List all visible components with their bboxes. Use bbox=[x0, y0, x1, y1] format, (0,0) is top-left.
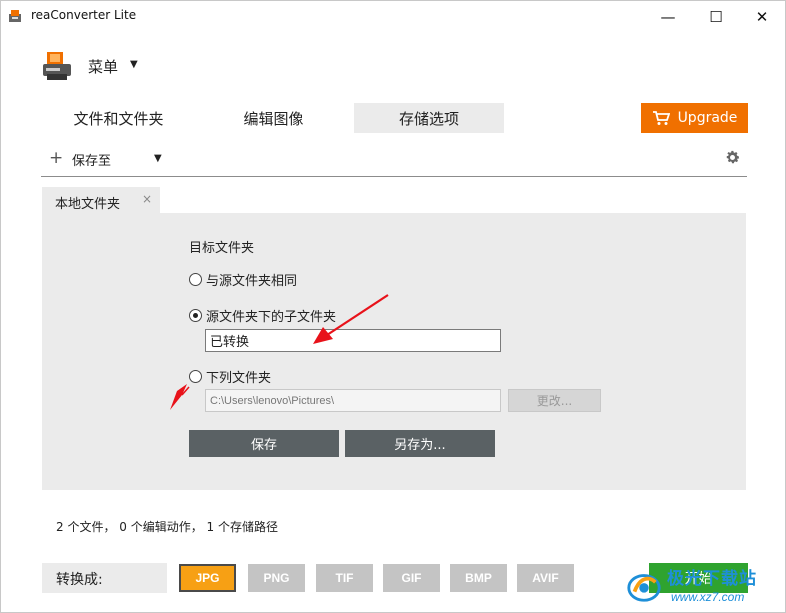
target-folder-title: 目标文件夹 bbox=[189, 241, 255, 256]
menu-caret-icon[interactable]: ▼ bbox=[130, 59, 138, 70]
tab-files-folders[interactable]: 文件和文件夹 bbox=[46, 103, 191, 133]
tab-edit-images[interactable]: 编辑图像 bbox=[201, 103, 346, 133]
menu-label[interactable]: 菜单 bbox=[88, 56, 118, 77]
watermark-url: www.xz7.com bbox=[671, 590, 745, 604]
gear-icon[interactable] bbox=[724, 149, 741, 166]
upgrade-button[interactable]: Upgrade bbox=[641, 103, 748, 133]
radio-button[interactable] bbox=[189, 273, 202, 286]
radio-label: 下列文件夹 bbox=[206, 371, 272, 386]
save-button[interactable]: 保存 bbox=[189, 430, 339, 457]
save-to-dropdown[interactable]: 保存至 bbox=[72, 150, 111, 169]
menu-printer-icon[interactable] bbox=[41, 50, 73, 82]
watermark-logo-icon bbox=[627, 574, 661, 602]
app-logo-icon bbox=[9, 10, 21, 22]
radio-label: 源文件夹下的子文件夹 bbox=[206, 310, 337, 325]
cart-icon bbox=[652, 111, 670, 125]
watermark-title: 极光下载站 bbox=[667, 569, 757, 589]
folder-path-input[interactable] bbox=[205, 389, 501, 412]
format-tif-button[interactable]: TIF bbox=[316, 564, 373, 592]
format-bmp-button[interactable]: BMP bbox=[450, 564, 507, 592]
radio-label: 与源文件夹相同 bbox=[206, 274, 298, 289]
title-bar: reaConverter Lite — ☐ ✕ bbox=[1, 1, 786, 32]
convert-to-label: 转换成: bbox=[42, 563, 167, 593]
format-avif-button[interactable]: AVIF bbox=[517, 564, 574, 592]
maximize-button[interactable]: ☐ bbox=[693, 1, 739, 32]
watermark: 极光下载站 www.xz7.com bbox=[623, 561, 783, 611]
maximize-icon: ☐ bbox=[709, 7, 723, 26]
app-window: reaConverter Lite — ☐ ✕ 菜单 ▼ 文件和文件夹 编辑图像… bbox=[0, 0, 786, 613]
chevron-down-icon[interactable]: ▼ bbox=[154, 153, 162, 164]
status-summary: 2 个文件， 0 个编辑动作， 1 个存储路径 bbox=[56, 520, 278, 534]
radio-subfolder[interactable]: 源文件夹下的子文件夹 bbox=[189, 306, 336, 325]
minimize-button[interactable]: — bbox=[645, 1, 691, 32]
radio-button-checked[interactable] bbox=[189, 309, 202, 322]
minimize-icon: — bbox=[660, 7, 676, 26]
format-jpg-button[interactable]: JPG bbox=[179, 564, 236, 592]
radio-button[interactable] bbox=[189, 370, 202, 383]
save-as-button[interactable]: 另存为... bbox=[345, 430, 495, 457]
window-title: reaConverter Lite bbox=[31, 8, 137, 22]
change-button[interactable]: 更改... bbox=[508, 389, 601, 412]
close-icon: ✕ bbox=[755, 7, 769, 26]
upgrade-label: Upgrade bbox=[677, 110, 738, 126]
local-folder-label: 本地文件夹 bbox=[55, 197, 121, 212]
tab-save-options[interactable]: 存储选项 bbox=[354, 103, 504, 133]
format-gif-button[interactable]: GIF bbox=[383, 564, 440, 592]
radio-same-as-source[interactable]: 与源文件夹相同 bbox=[189, 270, 297, 289]
toolbar-divider bbox=[41, 176, 747, 177]
format-png-button[interactable]: PNG bbox=[248, 564, 305, 592]
close-button[interactable]: ✕ bbox=[739, 1, 785, 32]
plus-icon[interactable]: + bbox=[49, 150, 63, 167]
radio-following-folder[interactable]: 下列文件夹 bbox=[189, 367, 271, 386]
close-tab-icon[interactable]: × bbox=[142, 192, 152, 206]
tab-local-folder[interactable]: 本地文件夹 × bbox=[42, 187, 160, 214]
subfolder-name-input[interactable] bbox=[205, 329, 501, 352]
